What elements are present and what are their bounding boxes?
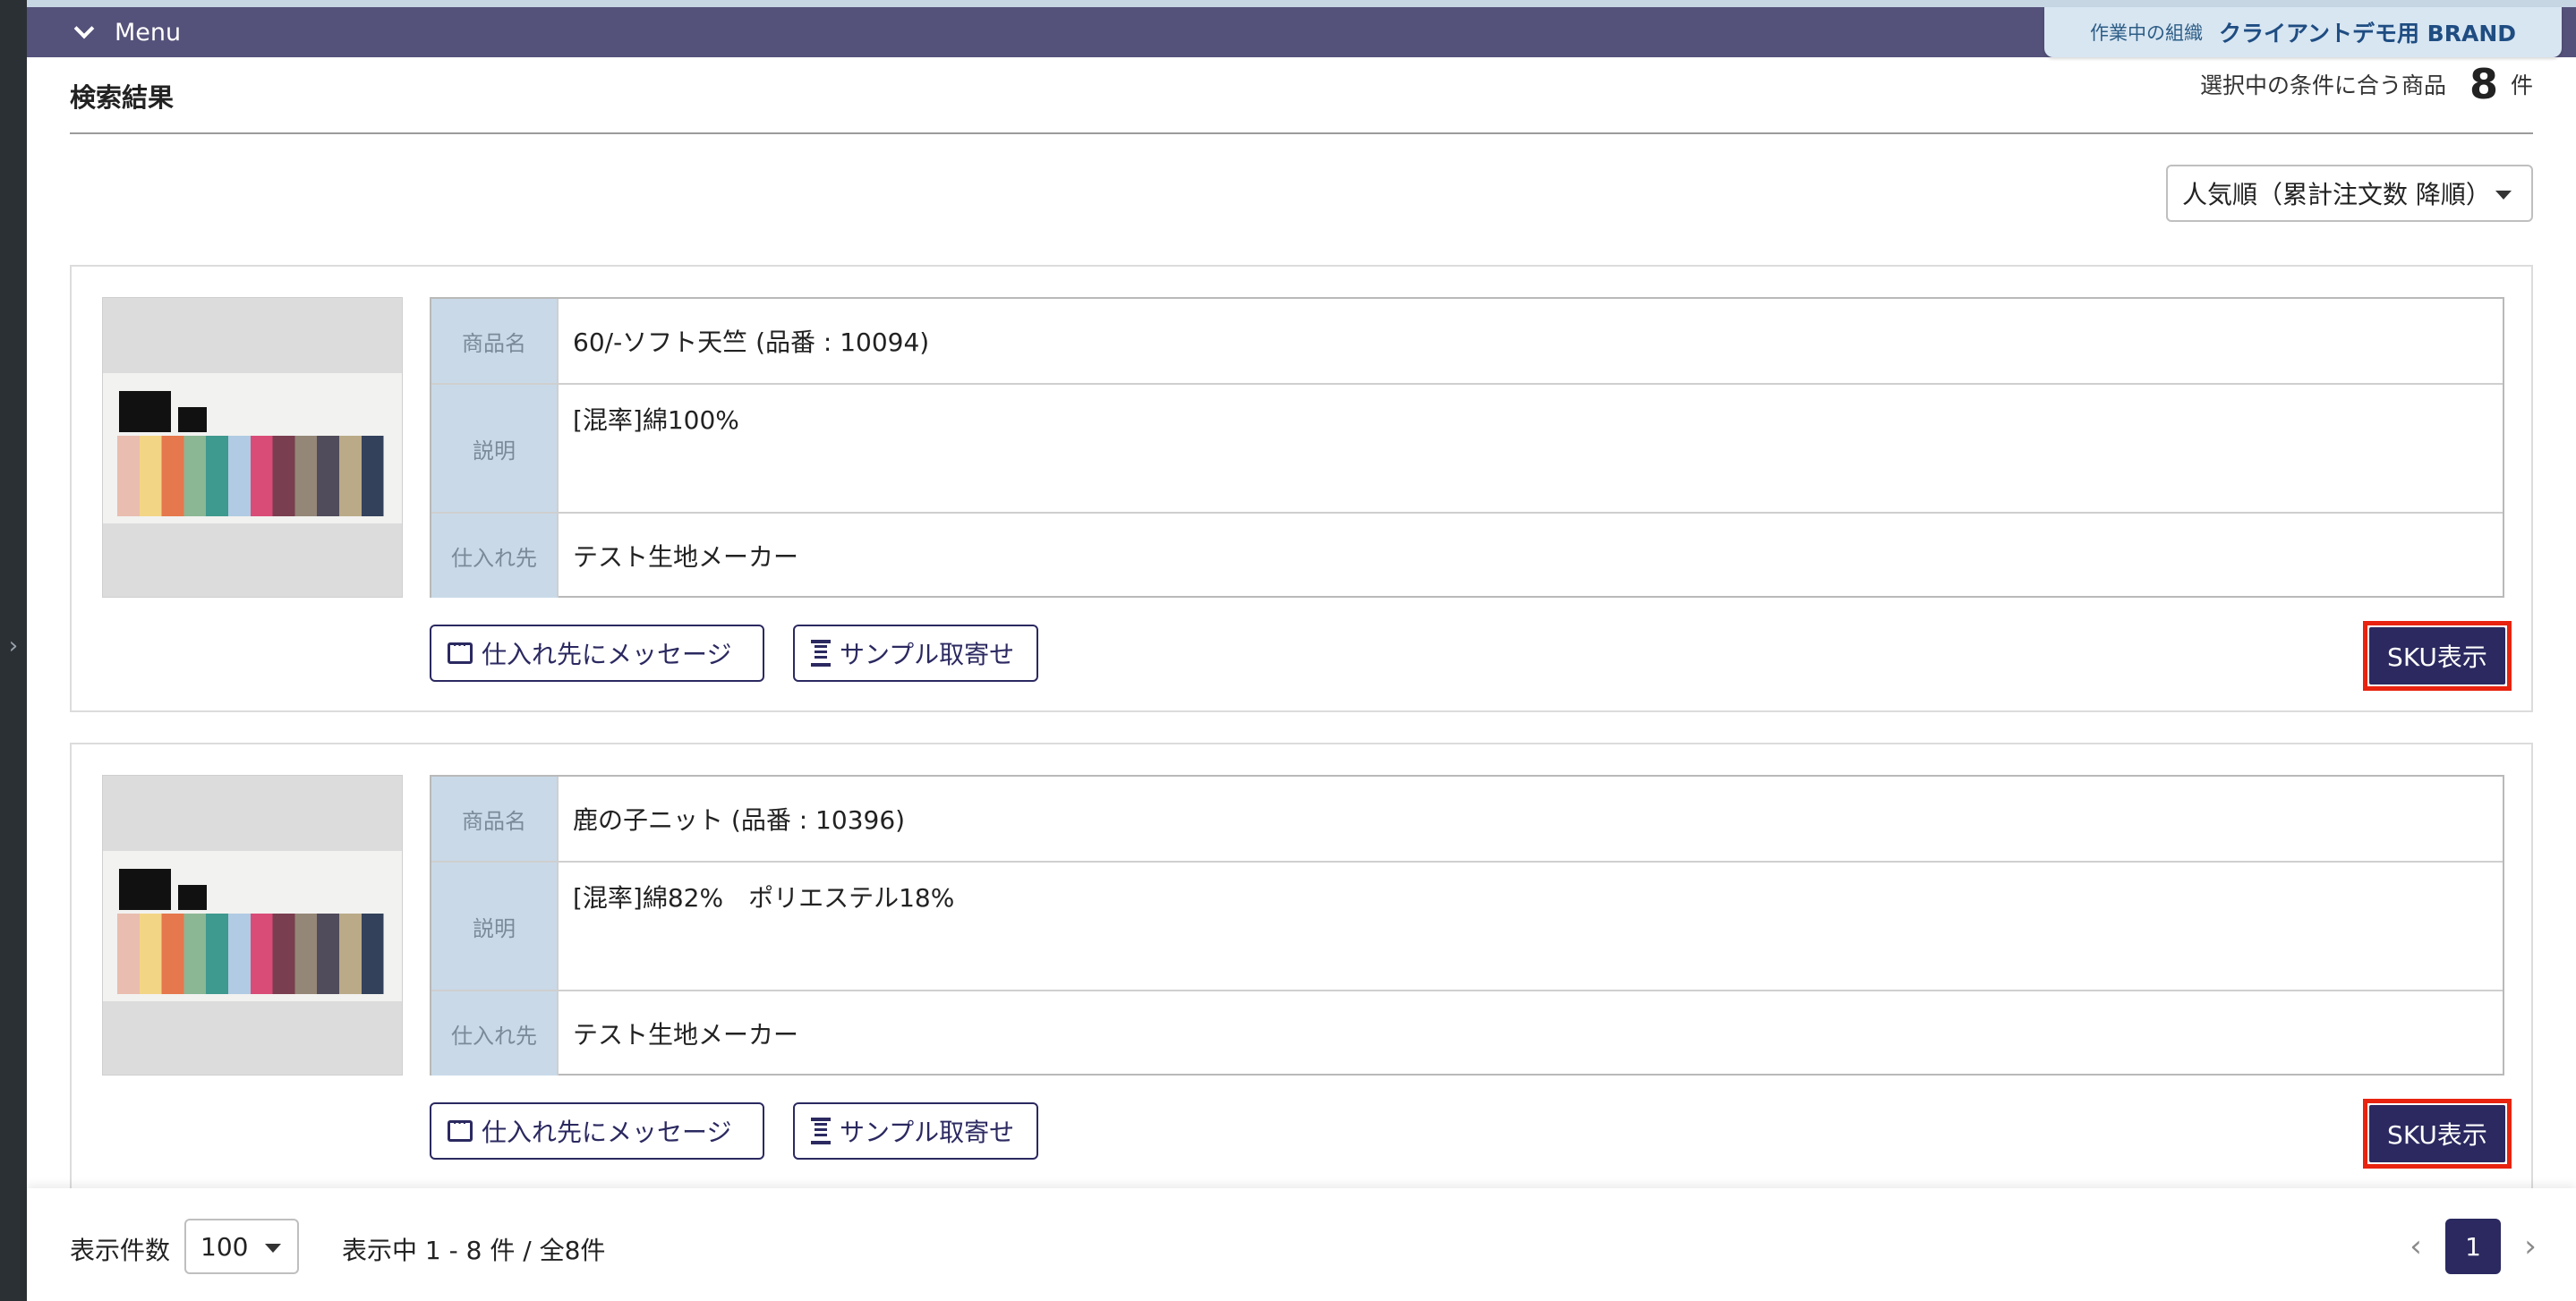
product-card: 商品名 60/-ソフト天竺 (品番 : 10094) 説明 [混率]綿100% … (70, 265, 2533, 712)
swatch-sheet-image (103, 851, 402, 1001)
request-sample-label: サンプル取寄せ (840, 640, 1015, 669)
product-name: 鹿の子ニット (品番 : 10396) (573, 805, 906, 835)
product-info-table: 商品名 鹿の子ニット (品番 : 10396) 説明 [混率]綿82% ポリエス… (430, 775, 2504, 1076)
range-text: 表示中 1 - 8 件 / 全8件 (342, 1236, 606, 1265)
current-page-button[interactable]: 1 (2445, 1219, 2501, 1274)
product-thumbnail[interactable] (102, 775, 403, 1076)
table-row: 仕入れ先 テスト生地メーカー (431, 514, 2503, 598)
thread-spool-icon (811, 1118, 831, 1144)
results-title: 検索結果 (70, 82, 175, 113)
product-name: 60/-ソフト天竺 (品番 : 10094) (573, 327, 930, 357)
message-supplier-label: 仕入れ先にメッセージ (482, 640, 732, 669)
next-page-icon[interactable]: › (2517, 1219, 2544, 1274)
table-row: 仕入れ先 テスト生地メーカー (431, 991, 2503, 1076)
table-row: 商品名 60/-ソフト天竺 (品番 : 10094) (431, 299, 2503, 385)
menu-bar: Menu 作業中の組織 クライアントデモ用 BRAND (27, 7, 2576, 57)
sku-view-button[interactable]: SKU表示 (2369, 627, 2505, 685)
table-row: 説明 [混率]綿100% (431, 385, 2503, 514)
pager: ‹ 1 › (2402, 1219, 2544, 1274)
org-label: 作業中の組織 (2089, 22, 2203, 44)
top-strip (27, 0, 2576, 7)
product-name-label: 商品名 (431, 299, 559, 383)
message-supplier-button[interactable]: 仕入れ先にメッセージ (430, 1102, 764, 1160)
left-sidebar-rail: › (0, 0, 27, 1301)
sort-selected-value: 人気順（累計注文数 降順） (2182, 180, 2491, 209)
description-label: 説明 (431, 385, 559, 512)
description: [混率]綿82% ポリエステル18% (573, 883, 955, 913)
per-page-select[interactable]: 100 (184, 1219, 299, 1274)
sort-select[interactable]: 人気順（累計注文数 降順） (2166, 165, 2533, 222)
menu-toggle[interactable]: Menu (73, 16, 182, 48)
request-sample-button[interactable]: サンプル取寄せ (793, 1102, 1038, 1160)
request-sample-label: サンプル取寄せ (840, 1118, 1015, 1147)
supplier-label: 仕入れ先 (431, 991, 559, 1076)
description: [混率]綿100% (573, 405, 739, 435)
result-count: 選択中の条件に合う商品 8 件 (2200, 57, 2533, 111)
pagination-footer: 表示件数 100 表示中 1 - 8 件 / 全8件 ‹ 1 › (27, 1188, 2576, 1301)
supplier-label: 仕入れ先 (431, 514, 559, 598)
sidebar-expand-chevron-icon[interactable]: › (0, 626, 27, 666)
caret-down-icon (2495, 191, 2512, 200)
result-count-label: 選択中の条件に合う商品 (2199, 72, 2446, 98)
message-supplier-label: 仕入れ先にメッセージ (482, 1118, 732, 1147)
prev-page-icon[interactable]: ‹ (2402, 1219, 2429, 1274)
result-count-number: 8 (2469, 60, 2498, 108)
sku-view-button[interactable]: SKU表示 (2369, 1105, 2505, 1162)
org-name: クライアントデモ用 BRAND (2218, 21, 2517, 47)
thread-spool-icon (811, 640, 831, 667)
supplier: テスト生地メーカー (573, 1020, 799, 1050)
message-icon (448, 634, 473, 664)
menu-label: Menu (115, 18, 182, 47)
caret-down-icon (265, 1244, 281, 1253)
table-row: 商品名 鹿の子ニット (品番 : 10396) (431, 777, 2503, 863)
product-info-table: 商品名 60/-ソフト天竺 (品番 : 10094) 説明 [混率]綿100% … (430, 297, 2504, 598)
supplier: テスト生地メーカー (573, 542, 799, 572)
message-supplier-button[interactable]: 仕入れ先にメッセージ (430, 625, 764, 682)
chevron-down-icon (73, 18, 95, 39)
product-name-label: 商品名 (431, 777, 559, 861)
description-label: 説明 (431, 863, 559, 990)
product-thumbnail[interactable] (102, 297, 403, 598)
table-row: 説明 [混率]綿82% ポリエステル18% (431, 863, 2503, 991)
request-sample-button[interactable]: サンプル取寄せ (793, 625, 1038, 682)
product-card: 商品名 鹿の子ニット (品番 : 10396) 説明 [混率]綿82% ポリエス… (70, 743, 2533, 1190)
swatch-sheet-image (103, 373, 402, 523)
per-page-label: 表示件数 (70, 1236, 171, 1265)
result-count-unit: 件 (2510, 72, 2533, 98)
per-page-value: 100 (200, 1231, 249, 1262)
message-icon (448, 1112, 473, 1142)
divider (70, 132, 2533, 134)
working-organization: 作業中の組織 クライアントデモ用 BRAND (2044, 7, 2562, 57)
